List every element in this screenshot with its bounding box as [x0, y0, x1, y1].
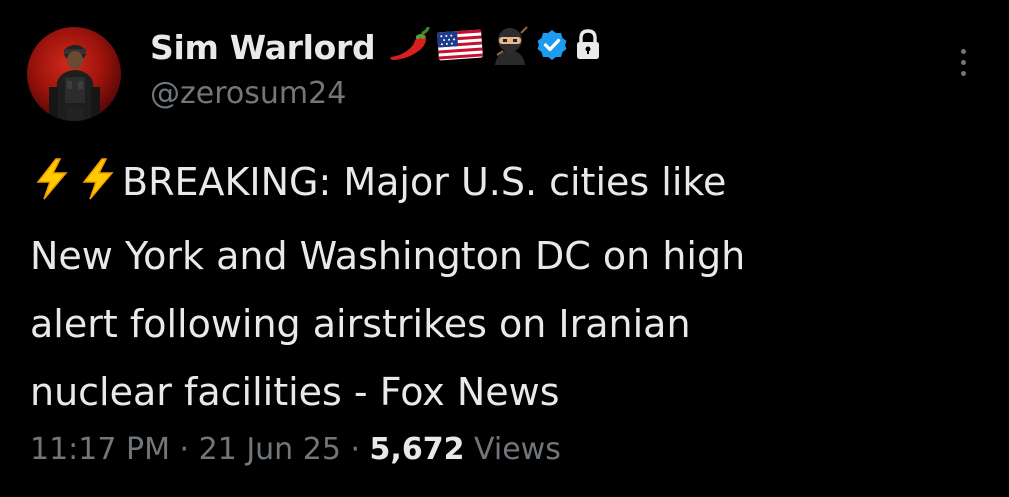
us-flag-icon	[435, 27, 485, 67]
meta-separator: ·	[350, 432, 360, 467]
verified-badge-icon[interactable]	[535, 28, 569, 66]
views-count[interactable]: 5,672	[370, 432, 465, 467]
tweet-line: nuclear facilities - Fox News	[30, 370, 560, 414]
meta-separator: ·	[179, 432, 190, 467]
name-row: Sim Warlord	[150, 22, 949, 72]
tweet-meta: 11:17 PM · 21 Jun 25 · 5,672 Views	[30, 432, 561, 467]
chili-pepper-icon	[387, 26, 431, 67]
tweet-time[interactable]: 11:17 PM	[30, 432, 170, 467]
display-name[interactable]: Sim Warlord	[150, 28, 376, 67]
tweet-line: New York and Washington DC on high	[30, 234, 746, 278]
tweet-header: Sim Warlord @zerosum24	[150, 22, 949, 111]
tweet-card[interactable]: Sim Warlord @zerosum24 BREAKING: Major U…	[0, 0, 1009, 497]
tweet-line: BREAKING: Major U.S. cities like	[30, 148, 980, 222]
lightning-icon	[76, 154, 122, 222]
handle[interactable]: @zerosum24	[150, 76, 949, 111]
more-options-icon[interactable]	[950, 42, 976, 82]
views-label: Views	[474, 432, 561, 467]
more-dot	[960, 59, 966, 65]
tweet-line: alert following airstrikes on Iranian	[30, 302, 691, 346]
lock-icon	[573, 28, 603, 66]
ninja-icon	[489, 25, 531, 69]
more-dot	[960, 70, 966, 76]
tweet-date[interactable]: 21 Jun 25	[199, 432, 341, 467]
tweet-text: BREAKING: Major U.S. cities like New Yor…	[30, 148, 980, 426]
avatar[interactable]	[27, 27, 121, 121]
avatar-image	[49, 45, 100, 121]
name-emojis	[387, 25, 603, 69]
tweet-line-text: BREAKING: Major U.S. cities like	[122, 160, 727, 204]
more-dot	[960, 48, 966, 54]
lightning-icon	[30, 154, 76, 222]
